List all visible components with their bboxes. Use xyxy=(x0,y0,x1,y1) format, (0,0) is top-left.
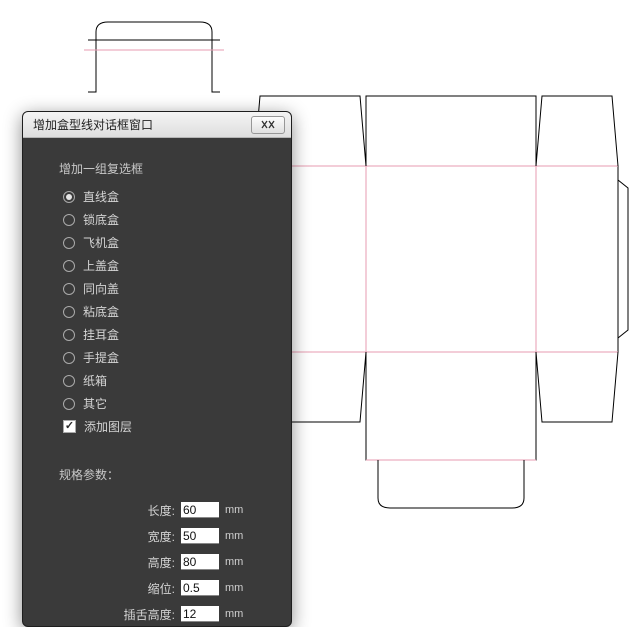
option-6[interactable]: 挂耳盒 xyxy=(63,323,263,346)
height-input[interactable] xyxy=(181,554,219,570)
checkbox-icon xyxy=(63,420,76,433)
option-4[interactable]: 同向盖 xyxy=(63,277,263,300)
unit-label: mm xyxy=(225,608,245,620)
option-1[interactable]: 锁底盒 xyxy=(63,208,263,231)
dialog-body: 增加一组复选框 直线盒 锁底盒 飞机盒 上盖盒 同向盖 xyxy=(23,138,291,627)
option-label: 手提盒 xyxy=(83,349,119,366)
option-3[interactable]: 上盖盒 xyxy=(63,254,263,277)
group-label: 增加一组复选框 xyxy=(59,160,263,177)
shrink-input[interactable] xyxy=(181,580,219,596)
option-0[interactable]: 直线盒 xyxy=(63,185,263,208)
param-label: 高度: xyxy=(148,554,175,571)
add-layer-label: 添加图层 xyxy=(84,418,132,435)
param-label: 长度: xyxy=(148,502,175,519)
close-button[interactable] xyxy=(251,116,285,134)
param-length: 长度: mm xyxy=(59,497,263,523)
radio-icon xyxy=(63,306,75,318)
radio-icon xyxy=(63,352,75,364)
unit-label: mm xyxy=(225,556,245,568)
param-label: 缩位: xyxy=(148,580,175,597)
option-label: 同向盖 xyxy=(83,280,119,297)
box-type-options: 直线盒 锁底盒 飞机盒 上盖盒 同向盖 粘底盒 xyxy=(63,185,263,438)
unit-label: mm xyxy=(225,582,245,594)
length-input[interactable] xyxy=(181,502,219,518)
option-8[interactable]: 纸箱 xyxy=(63,369,263,392)
param-shrink: 缩位: mm xyxy=(59,575,263,601)
add-layer-checkbox-row[interactable]: 添加图层 xyxy=(63,415,263,438)
option-label: 挂耳盒 xyxy=(83,326,119,343)
dialog-title: 增加盒型线对话框窗口 xyxy=(33,116,251,133)
option-5[interactable]: 粘底盒 xyxy=(63,300,263,323)
option-7[interactable]: 手提盒 xyxy=(63,346,263,369)
option-label: 其它 xyxy=(83,395,107,412)
option-label: 飞机盒 xyxy=(83,234,119,251)
close-icon xyxy=(261,120,275,129)
tongue-input[interactable] xyxy=(181,606,219,622)
dialog-titlebar[interactable]: 增加盒型线对话框窗口 xyxy=(23,112,291,138)
option-label: 锁底盒 xyxy=(83,211,119,228)
param-tongue: 插舌高度: mm xyxy=(59,601,263,627)
radio-icon xyxy=(63,260,75,272)
option-9[interactable]: 其它 xyxy=(63,392,263,415)
option-label: 纸箱 xyxy=(83,372,107,389)
radio-icon xyxy=(63,283,75,295)
radio-icon xyxy=(63,375,75,387)
width-input[interactable] xyxy=(181,528,219,544)
param-width: 宽度: mm xyxy=(59,523,263,549)
unit-label: mm xyxy=(225,504,245,516)
unit-label: mm xyxy=(225,530,245,542)
param-label: 宽度: xyxy=(148,528,175,545)
option-2[interactable]: 飞机盒 xyxy=(63,231,263,254)
param-height: 高度: mm xyxy=(59,549,263,575)
radio-icon xyxy=(63,237,75,249)
param-label: 插舌高度: xyxy=(124,606,175,623)
radio-icon xyxy=(63,214,75,226)
radio-icon xyxy=(63,398,75,410)
option-label: 粘底盒 xyxy=(83,303,119,320)
option-label: 上盖盒 xyxy=(83,257,119,274)
option-label: 直线盒 xyxy=(83,188,119,205)
params-label: 规格参数： xyxy=(59,466,263,483)
radio-icon xyxy=(63,191,75,203)
add-box-dialog: 增加盒型线对话框窗口 增加一组复选框 直线盒 锁底盒 飞机盒 上盖 xyxy=(22,111,292,627)
radio-icon xyxy=(63,329,75,341)
